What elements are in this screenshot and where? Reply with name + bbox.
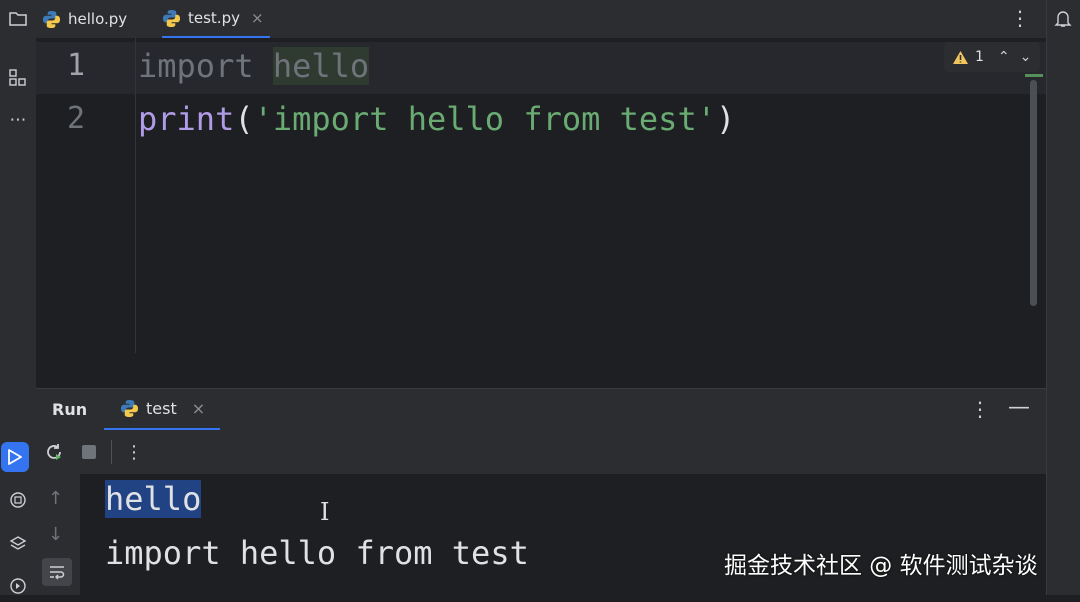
python-console-icon[interactable] bbox=[0, 484, 36, 516]
tab-test-py[interactable]: test.py × bbox=[162, 0, 270, 38]
stop-icon[interactable] bbox=[77, 440, 101, 464]
console-output-line: import hello from test bbox=[105, 534, 529, 572]
python-file-icon bbox=[162, 9, 181, 27]
layers-icon[interactable] bbox=[0, 528, 36, 560]
tab-close-icon[interactable]: × bbox=[251, 9, 264, 27]
arrow-up-icon[interactable]: ↑ bbox=[48, 488, 63, 509]
warning-icon bbox=[953, 50, 968, 64]
more-tools-icon[interactable]: ⋯ bbox=[0, 104, 36, 136]
change-marker bbox=[1025, 74, 1043, 77]
warning-count: 1 bbox=[975, 49, 984, 65]
toolbar-separator bbox=[111, 440, 112, 464]
editor-scrollbar[interactable] bbox=[1030, 80, 1037, 306]
notifications-bell-icon[interactable] bbox=[1045, 2, 1080, 34]
python-file-icon bbox=[42, 10, 61, 28]
line-number: 1 bbox=[66, 48, 86, 83]
python-file-icon bbox=[120, 399, 139, 418]
function-print: print bbox=[138, 100, 235, 138]
tab-hello-py[interactable]: hello.py bbox=[42, 0, 127, 38]
run-panel-title: Run bbox=[52, 400, 88, 419]
soft-wrap-icon[interactable] bbox=[42, 558, 72, 586]
project-folder-icon[interactable] bbox=[0, 2, 36, 34]
close-paren: ) bbox=[715, 100, 736, 138]
minimize-icon[interactable]: — bbox=[1008, 395, 1030, 420]
left-tool-strip: ⋯ bbox=[0, 0, 37, 595]
console-side-toolbar: ↑ ↓ bbox=[36, 474, 80, 595]
gutter-divider bbox=[135, 38, 136, 353]
run-panel-header: Run test × ⋮ — bbox=[36, 388, 1046, 431]
open-paren: ( bbox=[234, 100, 254, 138]
run-toolbar: ⋮ bbox=[36, 430, 1046, 475]
editor-tab-bar: hello.py test.py × ⋮ bbox=[36, 0, 1046, 39]
run-tab-close-icon[interactable]: × bbox=[192, 399, 205, 418]
tab-label: test.py bbox=[188, 9, 240, 27]
services-icon[interactable] bbox=[0, 570, 36, 602]
console-output-line: hello bbox=[105, 480, 202, 518]
tab-label: hello.py bbox=[68, 10, 128, 28]
inspection-widget[interactable]: 1 ⌃ ⌄ bbox=[944, 42, 1040, 72]
code-line-1: import hello bbox=[138, 47, 370, 85]
structure-icon[interactable] bbox=[0, 62, 36, 94]
selected-text: hello bbox=[105, 480, 202, 518]
module-name: hello bbox=[272, 47, 370, 85]
toolbar-more-icon[interactable]: ⋮ bbox=[122, 440, 146, 464]
chevron-down-icon[interactable]: ⌄ bbox=[1020, 49, 1032, 65]
chevron-up-icon[interactable]: ⌃ bbox=[998, 49, 1010, 65]
text-cursor-icon: I bbox=[320, 498, 330, 526]
run-tab-test[interactable]: test × bbox=[104, 389, 220, 431]
run-tab-label: test bbox=[146, 399, 177, 418]
line-number: 2 bbox=[66, 101, 86, 136]
watermark: 掘金技术社区 @ 软件测试杂谈 bbox=[724, 553, 1038, 579]
run-tool-icon[interactable] bbox=[1, 442, 29, 472]
tab-options-icon[interactable]: ⋮ bbox=[1010, 6, 1030, 30]
arrow-down-icon[interactable]: ↓ bbox=[48, 524, 63, 545]
rerun-icon[interactable] bbox=[42, 440, 66, 464]
keyword-import: import bbox=[138, 47, 254, 85]
string-literal: 'import hello from test' bbox=[253, 100, 716, 138]
code-line-2: print('import hello from test') bbox=[138, 100, 735, 138]
run-options-icon[interactable]: ⋮ bbox=[970, 397, 990, 421]
right-tool-strip bbox=[1046, 0, 1080, 595]
